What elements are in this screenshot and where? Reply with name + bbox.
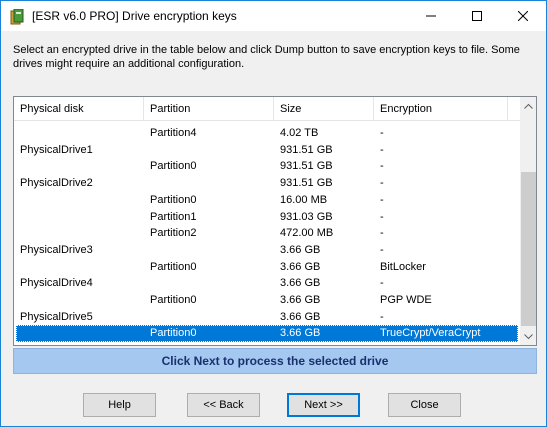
cell-size: 3.66 GB bbox=[280, 260, 321, 273]
table-row[interactable]: PhysicalDrive4 3.66 GB - bbox=[16, 275, 518, 292]
scroll-down-button[interactable] bbox=[520, 328, 536, 345]
drives-table[interactable]: Physical disk Partition Size Encryption … bbox=[13, 96, 537, 346]
cell-physical-disk: PhysicalDrive4 bbox=[20, 277, 93, 290]
instructions-text: Select an encrypted drive in the table b… bbox=[13, 44, 520, 70]
cell-encryption: - bbox=[380, 277, 384, 290]
cell-partition bbox=[150, 175, 274, 192]
table-header: Physical disk Partition Size Encryption bbox=[14, 97, 520, 121]
minimize-icon bbox=[426, 15, 436, 17]
cell-encryption: - bbox=[380, 160, 384, 173]
scroll-up-button[interactable] bbox=[520, 97, 536, 114]
maximize-icon bbox=[472, 11, 482, 21]
cell-partition bbox=[150, 242, 274, 259]
cell-size: 3.66 GB bbox=[280, 277, 321, 290]
column-header-partition[interactable]: Partition bbox=[144, 97, 274, 121]
table-row[interactable]: PhysicalDrive5 3.66 GB - bbox=[16, 309, 518, 326]
table-row[interactable]: Partition0 931.51 GB - bbox=[16, 158, 518, 175]
cell-size: 931.03 GB bbox=[280, 210, 333, 223]
close-icon bbox=[518, 11, 528, 21]
cell-encryption: - bbox=[380, 127, 384, 139]
cell-partition: Partition0 bbox=[150, 193, 197, 206]
cell-physical-disk bbox=[20, 158, 144, 175]
next-button[interactable]: Next >> bbox=[287, 393, 360, 417]
cell-physical-disk: PhysicalDrive5 bbox=[20, 310, 93, 323]
cell-size: 16.00 MB bbox=[280, 193, 328, 206]
cell-encryption: PGP WDE bbox=[380, 294, 432, 306]
cell-partition: Partition0 bbox=[150, 327, 197, 340]
cell-encryption: - bbox=[380, 210, 384, 223]
cell-physical-disk bbox=[20, 209, 144, 226]
table-row[interactable]: Partition0 3.66 GB TrueCrypt/VeraCrypt bbox=[16, 325, 518, 343]
cell-encryption: - bbox=[380, 143, 384, 156]
close-window-button[interactable] bbox=[500, 1, 546, 31]
cell-partition: Partition1 bbox=[150, 210, 197, 223]
back-button[interactable]: << Back bbox=[187, 393, 260, 417]
vertical-scrollbar[interactable] bbox=[520, 97, 536, 345]
cell-encryption: - bbox=[380, 243, 384, 256]
cell-size: 3.66 GB bbox=[280, 310, 321, 323]
cell-encryption: TrueCrypt/VeraCrypt bbox=[380, 327, 481, 340]
close-button[interactable]: Close bbox=[388, 393, 461, 417]
table-row[interactable]: Partition4 4.02 TB - bbox=[16, 125, 518, 142]
cell-encryption: - bbox=[380, 193, 384, 206]
table-row[interactable]: Partition1 931.03 GB - bbox=[16, 209, 518, 226]
cell-size: 931.51 GB bbox=[280, 143, 333, 156]
table-row[interactable]: PhysicalDrive2 931.51 GB - bbox=[16, 175, 518, 192]
next-hint-banner: Click Next to process the selected drive bbox=[13, 348, 537, 374]
title-bar[interactable]: [ESR v6.0 PRO] Drive encryption keys bbox=[1, 1, 546, 31]
cell-size: 3.66 GB bbox=[280, 327, 321, 340]
chevron-up-icon bbox=[524, 103, 533, 109]
column-header-size[interactable]: Size bbox=[274, 97, 374, 121]
cell-partition: Partition4 bbox=[150, 127, 197, 139]
cell-physical-disk: PhysicalDrive3 bbox=[20, 243, 93, 256]
cell-size: 3.66 GB bbox=[280, 294, 321, 306]
cell-size: 931.51 GB bbox=[280, 177, 333, 190]
cell-partition: Partition2 bbox=[150, 227, 197, 240]
maximize-button[interactable] bbox=[454, 1, 500, 31]
cell-physical-disk bbox=[20, 259, 144, 276]
column-header-encryption[interactable]: Encryption bbox=[374, 97, 508, 121]
cell-partition: Partition0 bbox=[150, 294, 197, 306]
cell-size: 3.66 GB bbox=[280, 243, 321, 256]
cell-encryption: - bbox=[380, 227, 384, 240]
table-row[interactable]: Partition0 3.66 GB PGP WDE bbox=[16, 292, 518, 309]
app-icon bbox=[10, 8, 24, 25]
table-row[interactable]: Partition2 472.00 MB - bbox=[16, 225, 518, 242]
cell-physical-disk bbox=[20, 125, 144, 142]
scrollbar-thumb[interactable] bbox=[521, 172, 536, 326]
minimize-button[interactable] bbox=[408, 1, 454, 31]
table-row[interactable]: PhysicalDrive1 931.51 GB - bbox=[16, 142, 518, 159]
chevron-down-icon bbox=[524, 333, 533, 339]
table-row[interactable]: PhysicalDrive3 3.66 GB - bbox=[16, 242, 518, 259]
table-row[interactable]: Partition0 16.00 MB - bbox=[16, 192, 518, 209]
cell-size: 4.02 TB bbox=[280, 127, 319, 139]
table-body: Partition4 4.02 TB - PhysicalDrive1 931.51 G… bbox=[14, 121, 520, 345]
cell-size: 472.00 MB bbox=[280, 227, 334, 240]
cell-physical-disk bbox=[20, 325, 144, 342]
window-title: [ESR v6.0 PRO] Drive encryption keys bbox=[32, 9, 237, 23]
cell-partition bbox=[150, 142, 274, 159]
dialog-window: [ESR v6.0 PRO] Drive encryption keys Sel… bbox=[0, 0, 547, 427]
cell-physical-disk bbox=[20, 225, 144, 242]
cell-physical-disk: PhysicalDrive1 bbox=[20, 143, 93, 156]
cell-encryption: - bbox=[380, 177, 384, 190]
cell-physical-disk bbox=[20, 292, 144, 309]
cell-partition: Partition0 bbox=[150, 260, 197, 273]
cell-partition bbox=[150, 309, 274, 326]
cell-encryption: - bbox=[380, 310, 384, 323]
column-header-physical-disk[interactable]: Physical disk bbox=[14, 97, 144, 121]
cell-physical-disk: PhysicalDrive2 bbox=[20, 177, 93, 190]
help-button[interactable]: Help bbox=[83, 393, 156, 417]
cell-partition bbox=[150, 275, 274, 292]
cell-partition: Partition0 bbox=[150, 160, 197, 173]
cell-encryption: BitLocker bbox=[380, 260, 426, 273]
cell-physical-disk bbox=[20, 192, 144, 209]
cell-size: 931.51 GB bbox=[280, 160, 333, 173]
table-row[interactable]: Partition0 3.66 GB BitLocker bbox=[16, 259, 518, 276]
